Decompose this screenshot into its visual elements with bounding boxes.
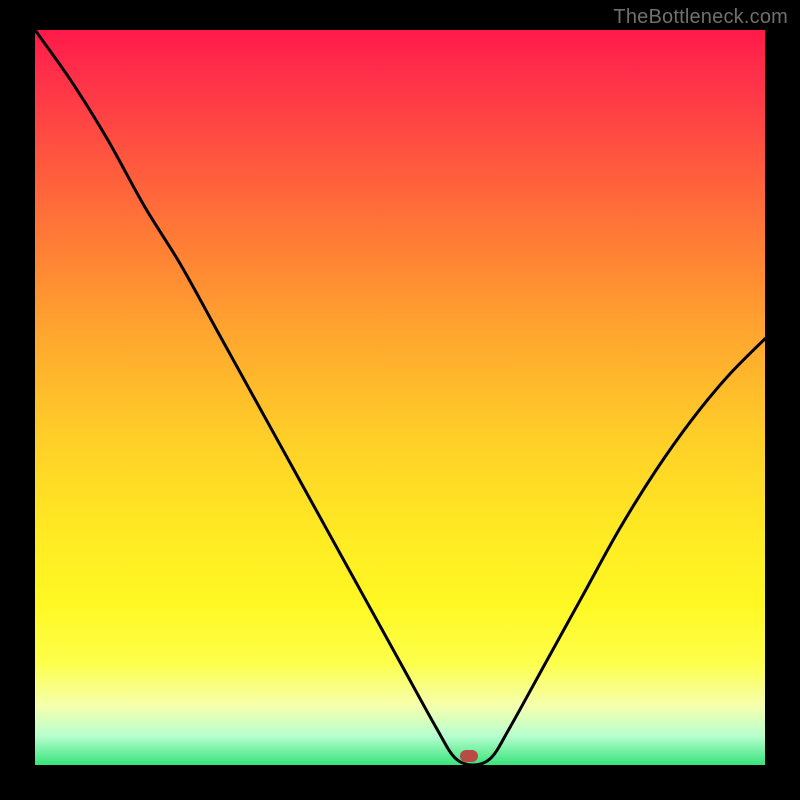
chart-frame: TheBottleneck.com	[0, 0, 800, 800]
optimal-marker	[460, 750, 478, 762]
bottleneck-curve-path	[35, 30, 765, 765]
watermark-text: TheBottleneck.com	[613, 6, 788, 29]
bottleneck-curve	[35, 30, 765, 765]
plot-area	[35, 30, 765, 765]
